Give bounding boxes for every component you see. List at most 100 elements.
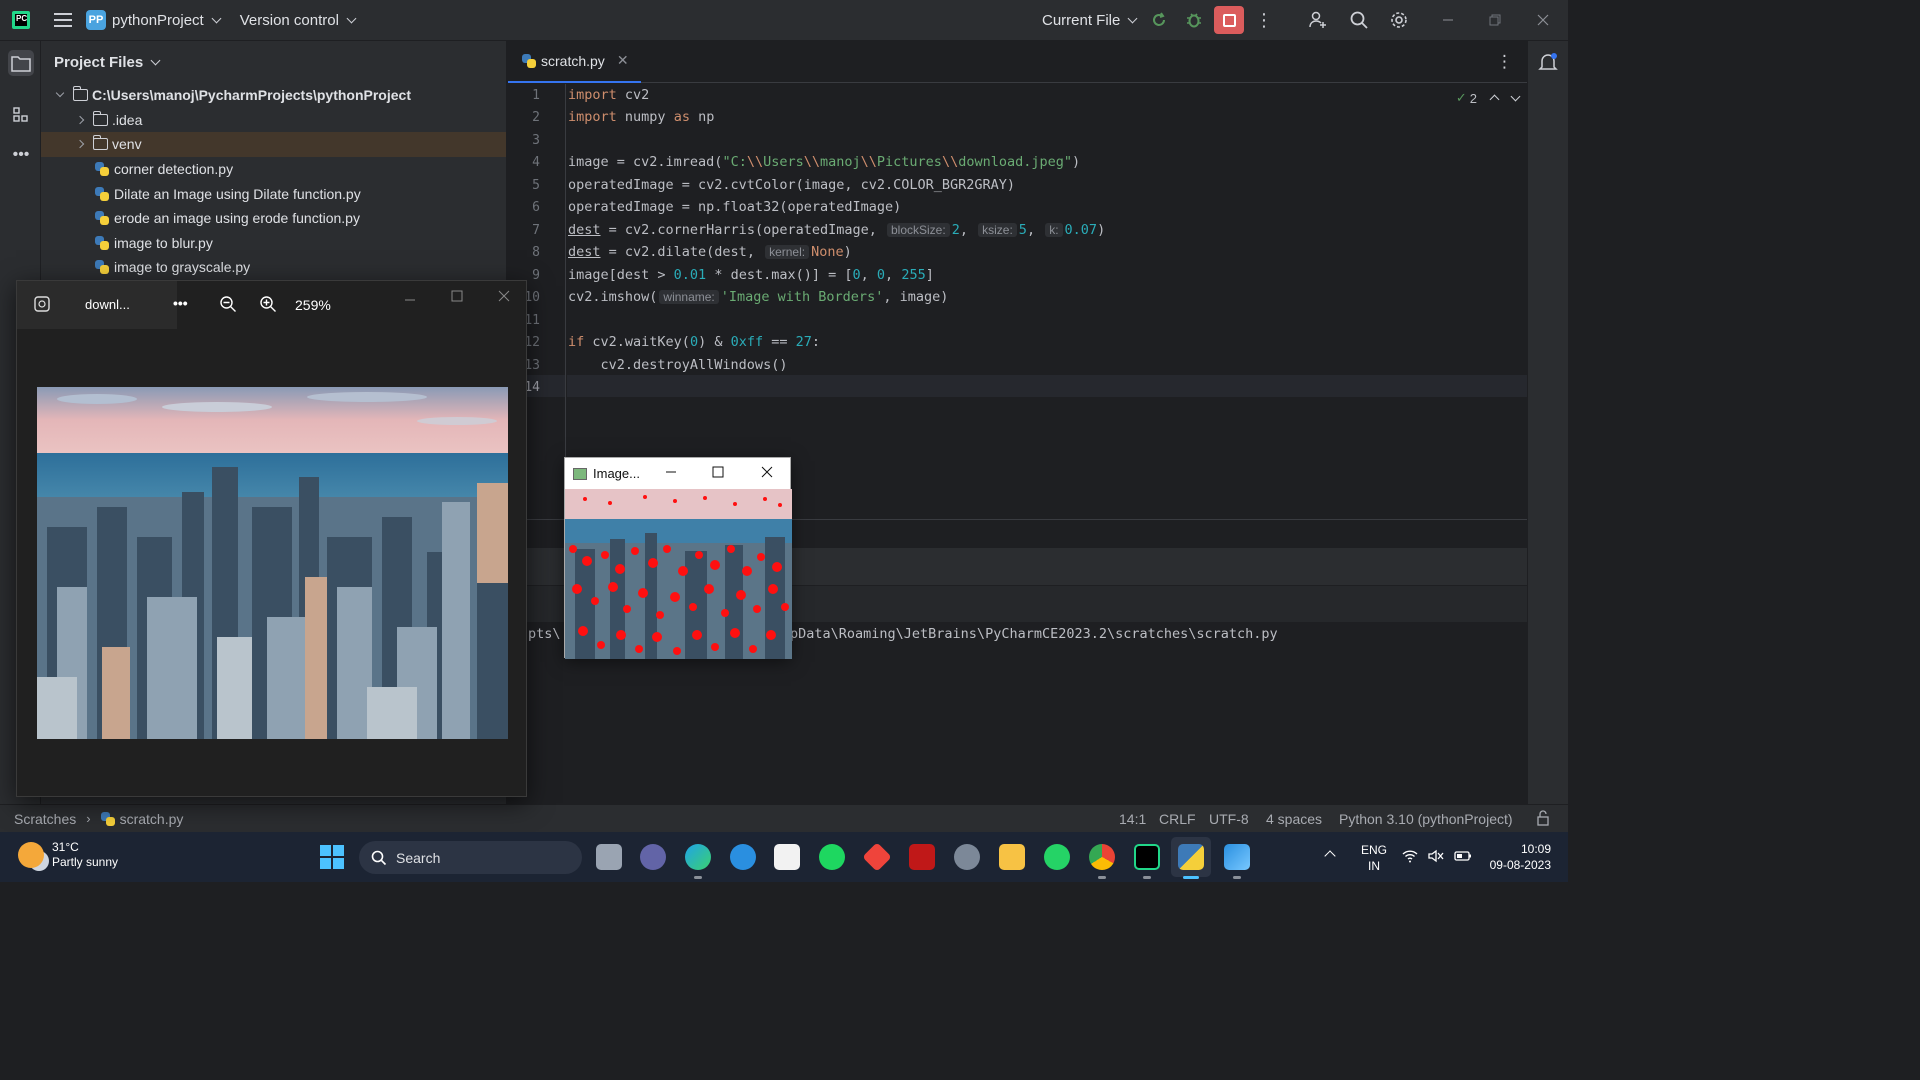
tree-item-venv[interactable]: venv <box>41 132 506 157</box>
code-line[interactable]: operatedImage = cv2.cvtColor(image, cv2.… <box>568 177 1015 193</box>
python-taskbar-icon[interactable] <box>1178 844 1204 870</box>
breadcrumb-file[interactable]: scratch.py <box>120 811 184 827</box>
file-encoding[interactable]: UTF-8 <box>1209 811 1249 827</box>
photos-tab[interactable]: downl... <box>17 281 177 329</box>
taskbar-search-box[interactable]: Search <box>359 841 582 874</box>
pycharm-taskbar-icon[interactable] <box>1134 844 1160 870</box>
weather-widget[interactable]: 31°C Partly sunny <box>18 840 118 870</box>
photos-taskbar-icon[interactable] <box>1224 844 1250 870</box>
start-button[interactable] <box>320 845 344 869</box>
chevron-up-icon[interactable] <box>1489 94 1500 105</box>
collapse-arrow-icon[interactable] <box>75 140 85 149</box>
language-indicator[interactable]: ENG IN <box>1361 842 1387 874</box>
python-interpreter[interactable]: Python 3.10 (pythonProject) <box>1339 811 1513 827</box>
tab-scratch-py[interactable]: scratch.py ✕ <box>508 41 641 83</box>
debug-button[interactable] <box>1182 8 1206 32</box>
code-token: numpy <box>616 109 674 125</box>
more-tools-button[interactable]: ••• <box>8 142 34 168</box>
clock[interactable]: 10:09 09-08-2023 <box>1483 841 1551 873</box>
chevron-down-icon[interactable] <box>1510 91 1521 102</box>
zoom-in-button[interactable] <box>259 295 277 318</box>
editor-options-icon[interactable]: ⋮ <box>1496 52 1513 72</box>
minimize-button[interactable] <box>404 293 416 311</box>
expand-arrow-icon[interactable] <box>55 89 65 98</box>
project-selector[interactable]: PP pythonProject <box>72 10 222 30</box>
code-token: 2 <box>951 222 960 238</box>
mcafee-icon[interactable] <box>909 844 935 870</box>
code-line[interactable]: dest = cv2.dilate(dest, kernel: None) <box>568 244 852 260</box>
more-actions-button[interactable]: ⋮ <box>1252 8 1276 32</box>
code-line[interactable]: image[dest > 0.01 * dest.max()] = [0, 0,… <box>568 267 934 283</box>
code-line[interactable]: image = cv2.imread("C:\\Users\\manoj\\Pi… <box>568 154 1080 170</box>
code-line[interactable]: import numpy as np <box>568 109 714 125</box>
photos-more-button[interactable]: ••• <box>173 295 188 311</box>
file-explorer-icon[interactable] <box>999 844 1025 870</box>
tree-item-file[interactable]: image to grayscale.py <box>41 255 506 280</box>
search-everywhere-button[interactable] <box>1347 8 1371 32</box>
close-button[interactable] <box>761 466 773 481</box>
indent-setting[interactable]: 4 spaces <box>1266 811 1322 827</box>
maximize-button[interactable] <box>451 289 463 307</box>
zoom-level[interactable]: 259% <box>295 297 331 313</box>
run-config-selector[interactable]: Current File <box>1042 12 1138 29</box>
stop-button[interactable] <box>1214 6 1244 34</box>
anydesk-icon[interactable] <box>862 842 892 872</box>
close-tab-icon[interactable]: ✕ <box>617 52 629 69</box>
rerun-button[interactable] <box>1147 8 1171 32</box>
task-view-icon[interactable] <box>596 844 622 870</box>
tree-item-file[interactable]: Dilate an Image using Dilate function.py <box>41 181 506 206</box>
tree-root[interactable]: C:\Users\manoj\PycharmProjects\pythonPro… <box>41 83 506 108</box>
settings-app-icon[interactable] <box>954 844 980 870</box>
microsoft-store-icon[interactable] <box>774 844 800 870</box>
close-button[interactable] <box>1531 8 1555 32</box>
code-token: 0xff <box>730 334 764 350</box>
code-line[interactable]: cv2.imshow(winname: 'Image with Borders',… <box>568 289 948 305</box>
minimize-button[interactable] <box>665 466 677 481</box>
caret-position[interactable]: 14:1 <box>1119 811 1146 827</box>
safari-like-icon[interactable] <box>730 844 756 870</box>
cv2-app-icon <box>573 467 587 480</box>
code-token: , image) <box>883 289 949 305</box>
project-panel-header[interactable]: Project Files <box>41 41 506 83</box>
line-number: 3 <box>532 133 540 148</box>
main-menu-icon[interactable] <box>54 13 72 27</box>
tree-item-idea[interactable]: .idea <box>41 108 506 133</box>
line-separator[interactable]: CRLF <box>1159 811 1196 827</box>
chrome-icon[interactable] <box>1089 844 1115 870</box>
maximize-button[interactable] <box>712 466 724 481</box>
spotify-icon[interactable] <box>819 844 845 870</box>
collapse-arrow-icon[interactable] <box>75 115 85 125</box>
cv2-window-title: Image... <box>593 466 640 481</box>
whatsapp-icon[interactable] <box>1044 844 1070 870</box>
code-line[interactable]: cv2.destroyAllWindows() <box>568 357 788 373</box>
settings-button[interactable] <box>1387 8 1411 32</box>
project-tool-button[interactable] <box>8 50 34 76</box>
code-with-me-button[interactable] <box>1306 8 1330 32</box>
teams-chat-icon[interactable] <box>640 844 666 870</box>
close-button[interactable] <box>498 289 510 307</box>
code-token: download.jpeg" <box>958 154 1072 170</box>
structure-tool-button[interactable] <box>8 102 34 128</box>
folder-icon <box>11 56 31 72</box>
system-tray-icons[interactable] <box>1402 849 1472 863</box>
code-line[interactable]: operatedImage = np.float32(operatedImage… <box>568 199 901 215</box>
vcs-selector[interactable]: Version control <box>240 12 357 29</box>
tree-item-file[interactable]: erode an image using erode function.py <box>41 206 506 231</box>
minimize-button[interactable] <box>1436 8 1460 32</box>
code-line[interactable]: if cv2.waitKey(0) & 0xff == 27: <box>568 334 820 350</box>
lock-icon[interactable] <box>1536 810 1550 829</box>
breadcrumb-root[interactable]: Scratches <box>14 811 76 827</box>
code-line[interactable]: import cv2 <box>568 87 649 103</box>
restore-button[interactable] <box>1483 8 1507 32</box>
tree-item-file[interactable]: corner detection.py <box>41 157 506 182</box>
zoom-out-button[interactable] <box>219 295 237 318</box>
code-line[interactable]: dest = cv2.cornerHarris(operatedImage, b… <box>568 222 1105 238</box>
clock-time: 10:09 <box>1520 842 1551 856</box>
tree-item-file[interactable]: image to blur.py <box>41 231 506 256</box>
chevron-down-icon <box>150 55 161 65</box>
show-hidden-icons-icon[interactable] <box>1324 850 1336 862</box>
notifications-button[interactable] <box>1537 51 1559 78</box>
edge-icon[interactable] <box>685 844 711 870</box>
battery-icon <box>1454 851 1471 861</box>
inspection-widget[interactable]: ✓ 2 <box>1456 90 1521 106</box>
